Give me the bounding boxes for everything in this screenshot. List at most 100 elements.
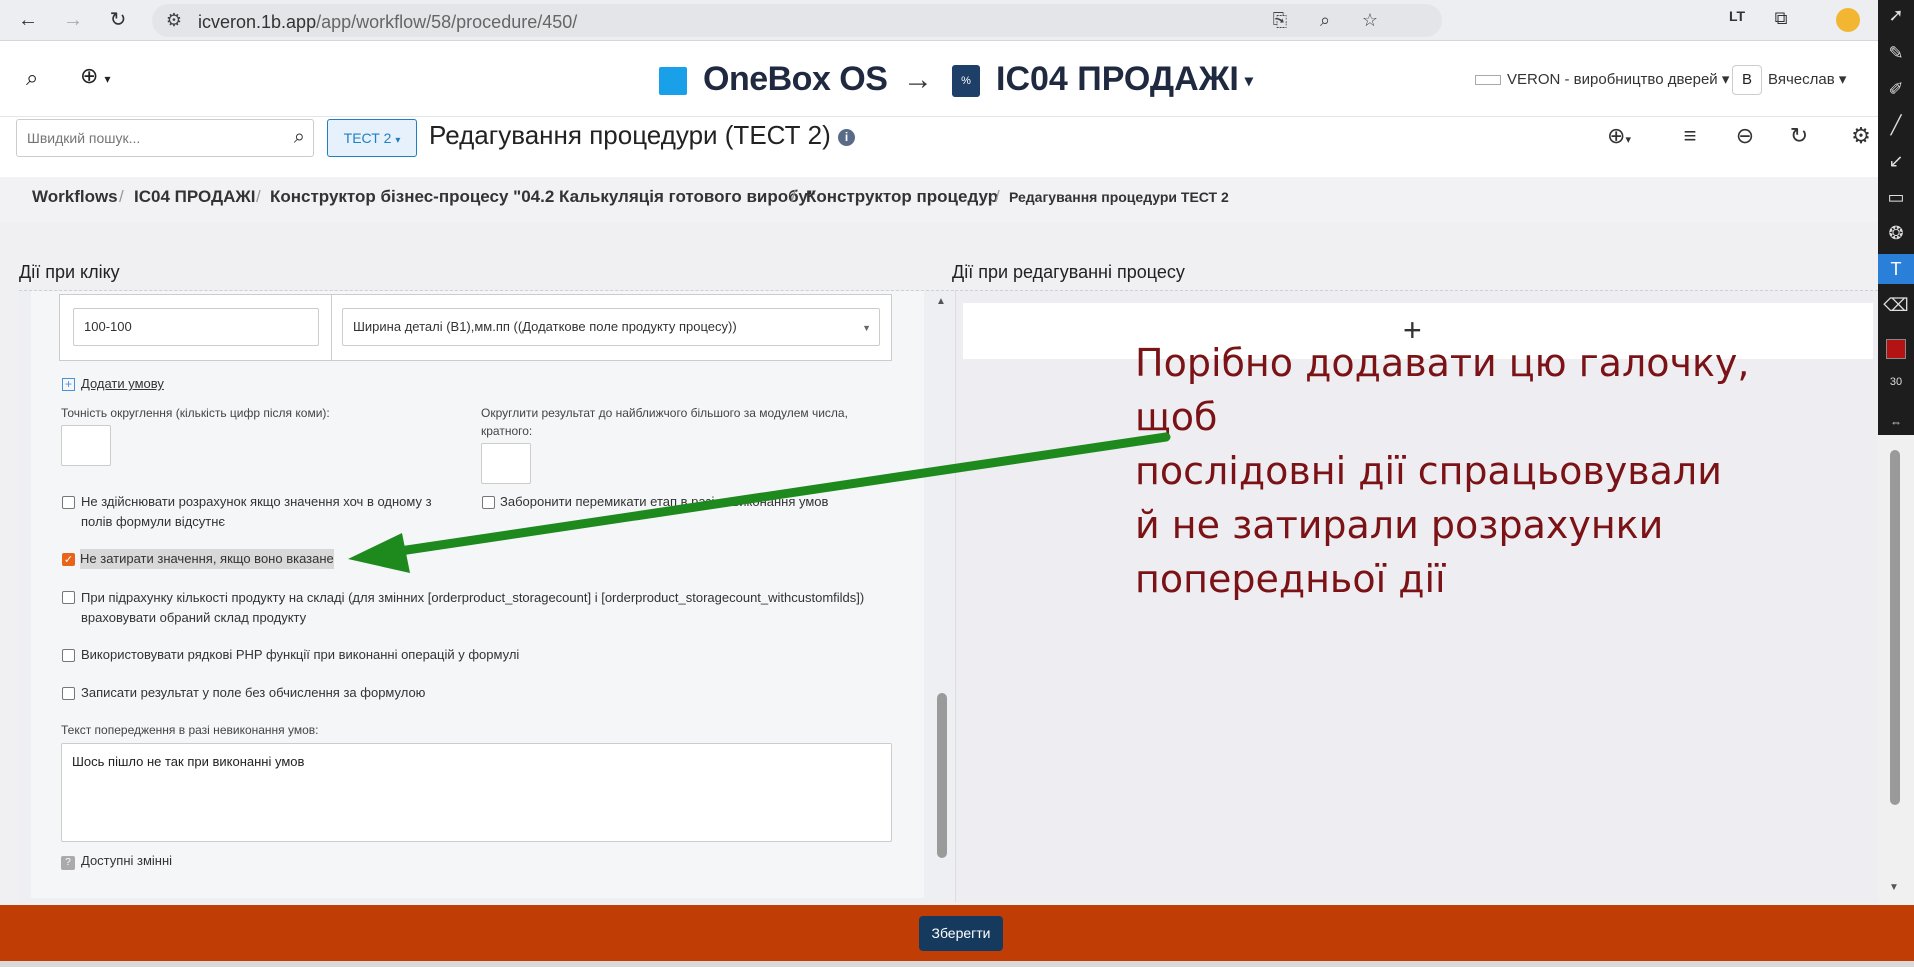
profile-avatar-icon[interactable] bbox=[1836, 8, 1860, 32]
annotation-line-4: попередньої дії bbox=[1135, 557, 1446, 601]
shapes-tool-icon[interactable]: ❂ bbox=[1878, 218, 1914, 248]
brand-name[interactable]: OneBox OS bbox=[703, 60, 888, 99]
annotation-line-1: Порібно додавати цю галочку, щоб bbox=[1135, 341, 1750, 439]
test-dropdown-button[interactable]: ТЕСТ 2 ▾ bbox=[327, 119, 417, 157]
app-header: ⌕ ⊕ ▾ OneBox OS → % ІС04 ПРОДАЖІ ▾ VERON … bbox=[0, 41, 1878, 117]
bottom-strip bbox=[0, 961, 1914, 967]
project-logo-icon: % bbox=[952, 65, 980, 97]
settings-gear-icon[interactable]: ⚙ bbox=[1846, 123, 1876, 149]
eraser-tool-icon[interactable]: ⌫ bbox=[1878, 290, 1914, 320]
annotation-line-2: послідовні дії спрацьовували bbox=[1135, 449, 1722, 493]
line-tool-icon[interactable]: ╱ bbox=[1878, 110, 1914, 140]
filters-icon[interactable]: ≡ bbox=[1675, 123, 1705, 149]
address-bar[interactable]: ⚙ icveron.1b.app/app/workflow/58/procedu… bbox=[152, 4, 1442, 37]
help-icon: ? bbox=[61, 856, 75, 870]
left-panel-title: Дії при кліку bbox=[19, 262, 120, 282]
site-info-icon[interactable]: ⚙ bbox=[162, 10, 186, 31]
page-scroll-thumb[interactable] bbox=[1890, 450, 1900, 805]
left-scroll-thumb[interactable] bbox=[937, 693, 947, 858]
quick-search[interactable]: ⌕ bbox=[16, 119, 314, 157]
color-swatch[interactable] bbox=[1886, 339, 1906, 359]
back-icon[interactable]: ← bbox=[16, 8, 40, 32]
plus-icon: + bbox=[62, 378, 75, 391]
php-functions-checkbox[interactable] bbox=[62, 649, 75, 662]
zoom-icon[interactable]: ⌕ bbox=[1313, 10, 1337, 31]
company-selector[interactable]: VERON - виробництво дверей ▾ bbox=[1475, 70, 1729, 88]
collapse-palette-icon[interactable]: ⇔ bbox=[1878, 412, 1914, 432]
url-path: /app/workflow/58/procedure/450/ bbox=[316, 12, 578, 32]
no-overwrite-label: Не затирати значення, якщо воно вказане bbox=[80, 549, 334, 569]
forbid-stage-checkbox[interactable] bbox=[482, 496, 495, 509]
url-host: icveron.1b.app bbox=[198, 12, 317, 32]
chevron-down-icon: ▼ bbox=[862, 323, 871, 333]
breadcrumb-procedure-builder[interactable]: Конструктор процедур bbox=[806, 187, 998, 207]
condition-field-select[interactable]: Ширина деталі (В1),мм.пп ((Додаткове пол… bbox=[342, 308, 880, 346]
scroll-down-icon[interactable]: ▼ bbox=[1889, 882, 1899, 893]
forbid-stage-label: Заборонити перемикати етап в разі невико… bbox=[500, 494, 829, 509]
add-circle-icon[interactable]: ⊕▾ bbox=[1604, 123, 1634, 149]
reload-icon[interactable]: ↻ bbox=[106, 8, 130, 32]
right-panel-title: Дії при редагуванні процесу bbox=[952, 262, 1185, 282]
breadcrumb-current: Редагування процедури ТЕСТ 2 bbox=[1009, 189, 1229, 205]
extensions-puzzle-icon[interactable]: ⧉ bbox=[1768, 8, 1794, 29]
scroll-up-icon[interactable]: ▲ bbox=[936, 296, 946, 307]
avatar[interactable]: В bbox=[1732, 65, 1762, 95]
save-button[interactable]: Зберегти bbox=[919, 916, 1003, 951]
drawing-palette: ➚ ✎ ✐ ╱ ↙ ▭ ❂ T ⌫ 30 ⇔ bbox=[1878, 0, 1914, 435]
rounding-input[interactable] bbox=[61, 425, 111, 466]
user-menu[interactable]: Вячеслав ▾ bbox=[1768, 70, 1846, 88]
php-functions-label: Використовувати рядкові PHP функції при … bbox=[81, 647, 520, 662]
no-formula-checkbox[interactable] bbox=[62, 687, 75, 700]
project-name: ІС04 ПРОДАЖІ bbox=[996, 60, 1239, 98]
arrow-icon: → bbox=[903, 63, 933, 96]
company-name: VERON - виробництво дверей bbox=[1507, 71, 1718, 88]
test-button-label: ТЕСТ 2 bbox=[343, 130, 392, 146]
page-toolbar: ⌕ ТЕСТ 2 ▾ Редагування процедури (ТЕСТ 2… bbox=[0, 117, 1878, 177]
available-variables-link[interactable]: ? Доступні змінні bbox=[61, 853, 172, 870]
warning-textarea[interactable]: Шось пішло не так при виконанні умов bbox=[61, 743, 892, 842]
breadcrumb-project[interactable]: ІС04 ПРОДАЖІ bbox=[134, 187, 255, 207]
breadcrumb: Workflows / ІС04 ПРОДАЖІ / Конструктор б… bbox=[0, 177, 1878, 223]
no-calc-label: Не здійснювати розрахунок якщо значення … bbox=[81, 494, 432, 529]
add-condition-label: Додати умову bbox=[81, 376, 164, 391]
bookmark-star-icon[interactable]: ☆ bbox=[1358, 10, 1382, 31]
add-condition-link[interactable]: + Додати умову bbox=[62, 376, 164, 391]
project-selector[interactable]: ІС04 ПРОДАЖІ ▾ bbox=[996, 60, 1253, 99]
info-icon[interactable]: i bbox=[838, 128, 856, 146]
breadcrumb-workflows[interactable]: Workflows bbox=[32, 187, 118, 207]
forward-icon[interactable]: → bbox=[61, 8, 85, 32]
round-nearest-input[interactable] bbox=[481, 443, 531, 484]
no-formula-label: Записати результат у поле без обчислення… bbox=[81, 685, 426, 700]
search-icon[interactable]: ⌕ bbox=[294, 126, 305, 149]
highlighter-tool-icon[interactable]: ✐ bbox=[1878, 74, 1914, 104]
minus-circle-icon[interactable]: ⊖ bbox=[1730, 123, 1760, 149]
brand-logo-icon bbox=[659, 67, 687, 95]
add-menu-icon[interactable]: ⊕ ▾ bbox=[80, 63, 111, 89]
round-nearest-label: Округлити результат до найближчого більш… bbox=[481, 406, 848, 438]
search-input[interactable] bbox=[17, 120, 257, 156]
size-value[interactable]: 30 bbox=[1878, 376, 1914, 388]
text-tool-icon[interactable]: T bbox=[1878, 254, 1914, 284]
condition-value-input[interactable]: 100-100 bbox=[73, 308, 319, 346]
annotation-line-3: й не затирали розрахунки bbox=[1135, 503, 1664, 547]
no-calc-checkbox[interactable] bbox=[62, 496, 75, 509]
search-icon[interactable]: ⌕ bbox=[26, 65, 38, 91]
browser-toolbar: ← → ↻ ⚙ icveron.1b.app/app/workflow/58/p… bbox=[0, 0, 1914, 41]
no-overwrite-checkbox[interactable]: ✓ bbox=[62, 553, 75, 566]
chevron-down-icon: ▾ bbox=[1244, 73, 1253, 91]
breadcrumb-process-builder[interactable]: Конструктор бізнес-процесу "04.2 Калькул… bbox=[270, 187, 816, 207]
storage-label: При підрахунку кількості продукту на скл… bbox=[81, 590, 865, 625]
install-icon[interactable]: ⎘ bbox=[1268, 10, 1292, 31]
arrow-tool-icon[interactable]: ↙ bbox=[1878, 146, 1914, 176]
page-title-text: Редагування процедури (ТЕСТ 2) bbox=[429, 120, 831, 150]
company-logo-icon bbox=[1475, 75, 1501, 86]
condition-field-value: Ширина деталі (В1),мм.пп ((Додаткове пол… bbox=[353, 319, 737, 334]
pencil-tool-icon[interactable]: ✎ bbox=[1878, 38, 1914, 68]
storage-checkbox[interactable] bbox=[62, 591, 75, 604]
rectangle-tool-icon[interactable]: ▭ bbox=[1878, 182, 1914, 212]
refresh-icon[interactable]: ↻ bbox=[1784, 123, 1814, 149]
cursor-tool-icon[interactable]: ➚ bbox=[1878, 0, 1914, 30]
username: Вячеслав bbox=[1768, 71, 1835, 88]
available-variables-label: Доступні змінні bbox=[81, 853, 173, 868]
extension-lt-icon[interactable]: LT bbox=[1724, 8, 1750, 24]
